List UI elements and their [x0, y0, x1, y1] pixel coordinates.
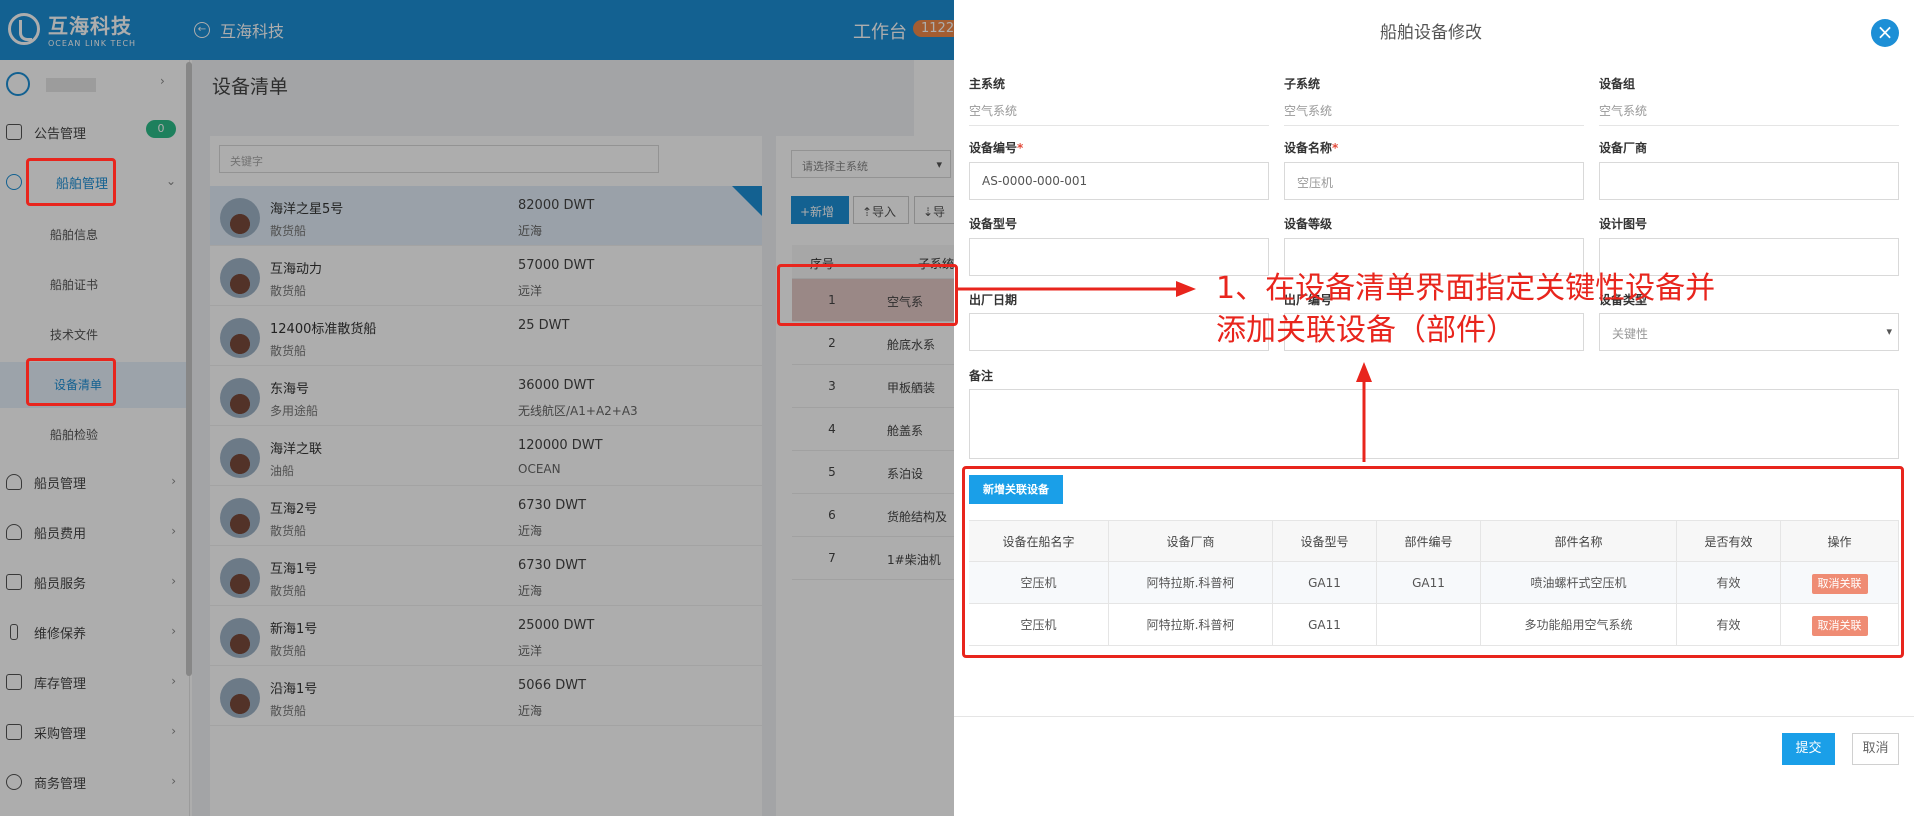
annotation-line-2: 添加关联设备（部件） [1216, 313, 1516, 348]
arrow-right-head-icon [1176, 281, 1196, 297]
annotation-arrows [958, 281, 1372, 462]
annotation-line-1: 1、在设备清单界面指定关键性设备并 [1216, 271, 1716, 306]
arrow-up-head-icon [1356, 362, 1372, 382]
annotation-text: 1、在设备清单界面指定关键性设备并 添加关联设备（部件） [1216, 268, 1715, 352]
